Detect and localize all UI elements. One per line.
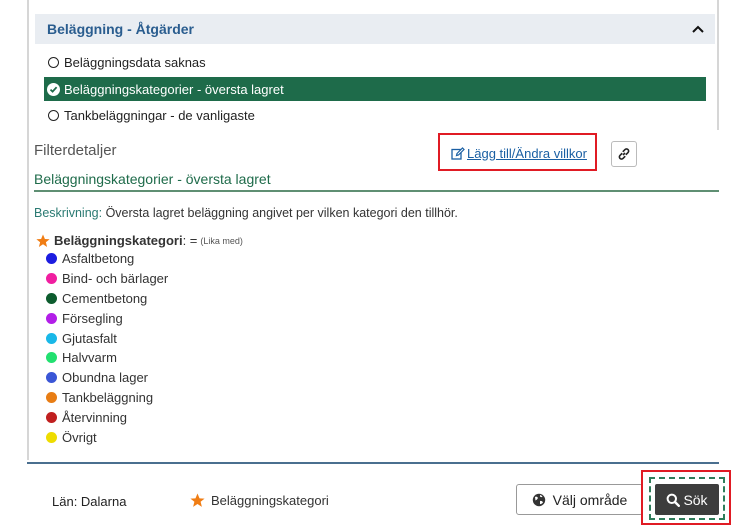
category-label: Asfaltbetong (62, 251, 135, 267)
color-dot-icon (46, 352, 57, 364)
description-text: Översta lagret beläggning angivet per vi… (105, 206, 458, 220)
option-belaggningsdata-saknas[interactable]: Beläggningsdata saknas (44, 50, 706, 74)
footer-divider (27, 462, 719, 464)
category-item: Tankbeläggning (46, 388, 168, 408)
category-item: Övrigt (46, 427, 168, 447)
lan-label: Län: Dalarna (52, 494, 127, 509)
search-button[interactable]: Sök (655, 484, 719, 515)
category-label: Tankbeläggning (62, 389, 154, 405)
selected-filter-name: Beläggningskategorier - översta lagret (34, 171, 271, 187)
color-dot-icon (46, 253, 57, 265)
category-item: Cementbetong (46, 289, 168, 309)
edit-icon (451, 147, 465, 160)
category-label: Övrigt (62, 429, 97, 445)
color-dot-icon (46, 332, 57, 344)
chevron-up-icon[interactable] (691, 22, 705, 36)
option-label: Beläggningsdata saknas (64, 54, 206, 70)
category-label: Halvvarm (62, 350, 117, 366)
radio-unchecked-icon (48, 109, 59, 121)
category-item: Halvvarm (46, 348, 168, 368)
color-dot-icon (46, 431, 57, 443)
color-dot-icon (46, 273, 57, 285)
color-dot-icon (46, 372, 57, 384)
category-item: Obundna lager (46, 368, 168, 388)
category-item: Försegling (46, 308, 168, 328)
option-belaggningskategorier[interactable]: Beläggningskategorier - översta lagret (44, 77, 706, 101)
option-label: Tankbeläggningar - de vanligaste (64, 107, 255, 123)
edit-conditions-label: Lägg till/Ändra villkor (467, 146, 587, 161)
color-dot-icon (46, 411, 57, 423)
globe-icon (532, 493, 546, 507)
footer-criterion-label: Beläggningskategori (211, 493, 329, 508)
category-label: Återvinning (62, 409, 128, 425)
category-label: Bind- och bärlager (62, 271, 169, 287)
select-area-button[interactable]: Välj område (516, 484, 643, 515)
category-item: Återvinning (46, 407, 168, 427)
footer-criterion: Beläggningskategori (190, 493, 329, 508)
search-icon (666, 493, 681, 507)
criterion-operator-text: (Lika med) (200, 235, 243, 246)
search-label: Sök (683, 491, 708, 508)
category-item: Bind- och bärlager (46, 269, 168, 289)
criterion-operator: : = (182, 233, 198, 248)
option-tankbelaggningar[interactable]: Tankbeläggningar - de vanligaste (44, 103, 706, 127)
color-dot-icon (46, 391, 57, 403)
category-label: Cementbetong (62, 290, 148, 306)
star-icon (36, 234, 50, 248)
star-icon (190, 493, 205, 508)
description: Beskrivning: Översta lagret beläggning a… (34, 206, 458, 220)
check-circle-icon (47, 82, 60, 96)
category-label: Försegling (62, 310, 123, 326)
left-border (27, 0, 29, 460)
criterion-label: Beläggningskategori (54, 233, 183, 248)
criterion-row: Beläggningskategori : = (Lika med) (36, 233, 243, 248)
color-dot-icon (46, 312, 57, 324)
edit-conditions-link[interactable]: Lägg till/Ändra villkor (451, 146, 587, 161)
accordion-title: Beläggning - Åtgärder (47, 21, 195, 37)
category-legend: Asfaltbetong Bind- och bärlager Cementbe… (46, 249, 168, 447)
list-scrollbar-track[interactable] (717, 0, 719, 130)
accordion-header[interactable]: Beläggning - Åtgärder (35, 14, 715, 44)
option-label: Beläggningskategorier - översta lagret (64, 81, 284, 97)
share-link-button[interactable] (611, 141, 637, 167)
category-item: Asfaltbetong (46, 249, 168, 269)
description-label: Beskrivning: (34, 206, 103, 220)
category-label: Gjutasfalt (62, 330, 117, 346)
link-icon (617, 147, 631, 161)
color-dot-icon (46, 292, 57, 304)
radio-unchecked-icon (48, 56, 59, 68)
category-item: Gjutasfalt (46, 328, 168, 348)
filter-details-heading: Filterdetaljer (34, 142, 117, 159)
category-label: Obundna lager (62, 370, 149, 386)
select-area-label: Välj område (552, 491, 628, 508)
divider (34, 190, 719, 192)
